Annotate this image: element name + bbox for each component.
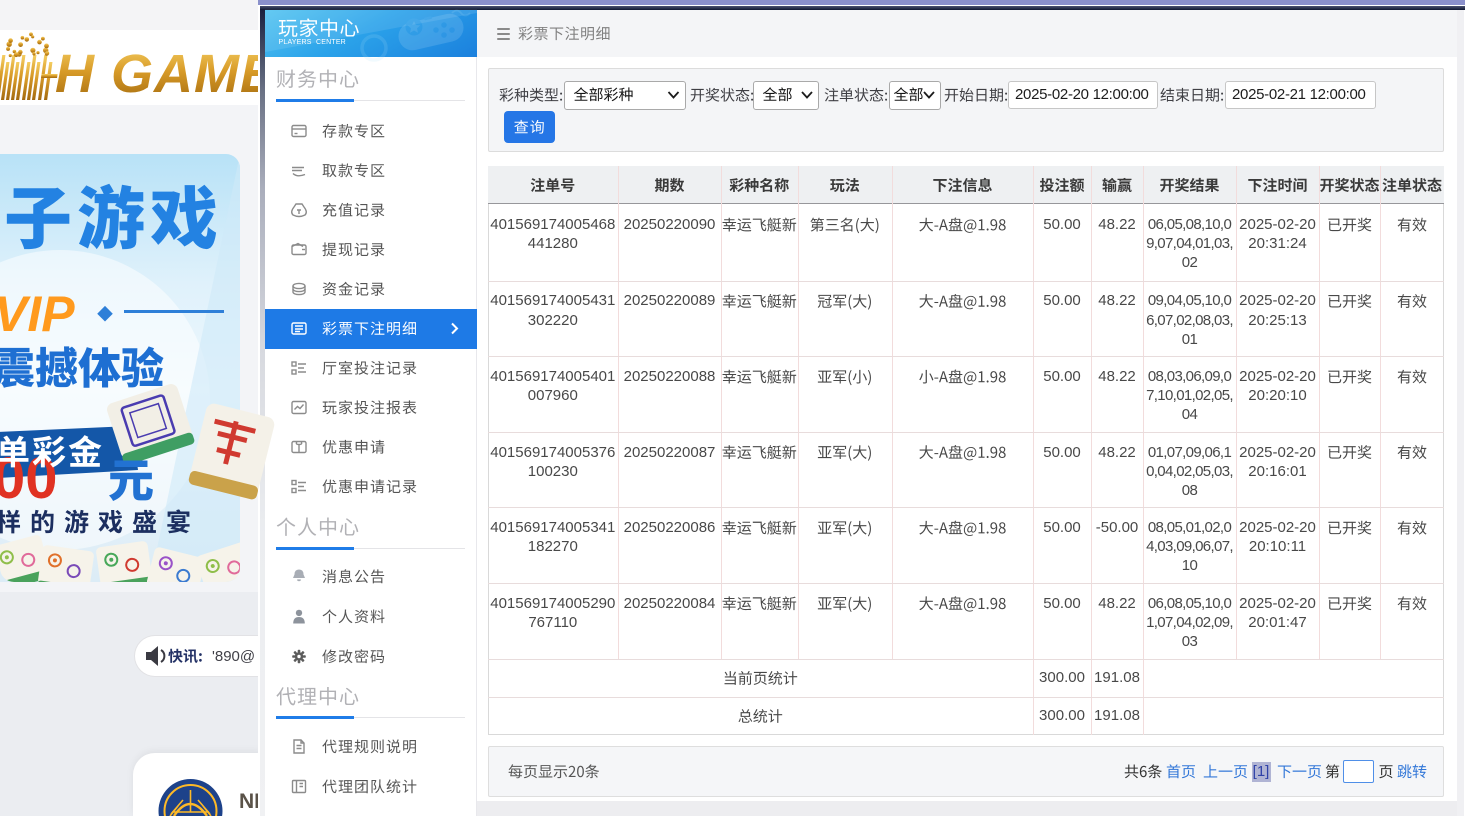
svg-text:00: 00: [0, 446, 58, 511]
svg-text:VIP: VIP: [0, 286, 75, 342]
svg-text:H GAME: H GAME: [55, 44, 278, 104]
